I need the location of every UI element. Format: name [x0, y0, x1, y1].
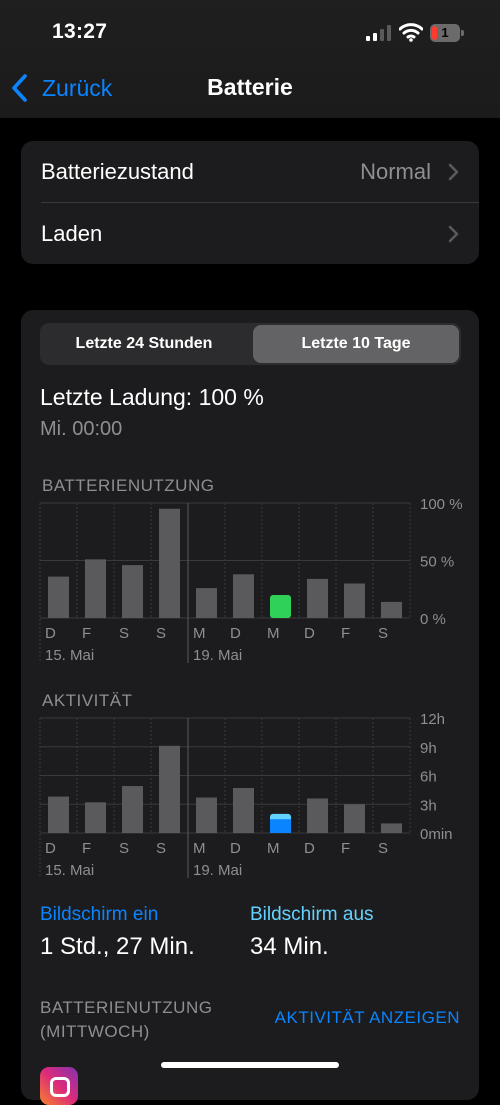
x-day-label: S	[119, 625, 129, 642]
x-date-label: 15. Mai	[45, 647, 94, 664]
activity-chart: 12h 9h 6h 3h 0min D F S S M D M D F S 15. Mai 19. Mai	[39, 711, 453, 879]
usage-chart-title: BATTERIENUTZUNG	[42, 476, 215, 495]
x-day-label: M	[193, 840, 206, 857]
x-day-label: S	[156, 625, 166, 642]
bar[interactable]	[381, 823, 402, 833]
x-day-label: F	[82, 840, 91, 857]
bar[interactable]	[159, 508, 180, 618]
x-day-label: S	[378, 840, 388, 857]
x-day-label: S	[378, 625, 388, 642]
y-tick-label: 100 %	[420, 496, 463, 513]
charging-label: Laden	[41, 221, 103, 246]
battery-usage-chart: 100 % 50 % 0 % D F S S M D M D F S 15. Mai 19. Mai	[39, 496, 463, 664]
last-charge-time: Mi. 00:00	[40, 418, 123, 440]
bar[interactable]	[381, 601, 402, 618]
battery-usage-card: Letzte 24 Stunden Letzte 10 Tage Letzte …	[21, 310, 479, 1105]
chevron-right-icon	[448, 163, 459, 181]
y-tick-label: 9h	[420, 740, 437, 757]
bar[interactable]	[307, 578, 328, 618]
x-day-label: F	[82, 625, 91, 642]
header: 13:27 1 Zurück Batterie	[0, 0, 500, 118]
x-day-label: F	[341, 840, 350, 857]
bar[interactable]	[344, 804, 365, 833]
y-tick-label: 0 %	[420, 611, 446, 628]
bar[interactable]	[122, 565, 143, 618]
x-day-label: D	[45, 625, 56, 642]
x-day-label: D	[230, 625, 241, 642]
screen-off-label: Bildschirm aus	[250, 904, 374, 925]
usage-day-title: BATTERIENUTZUNG (MITTWOCH)	[40, 996, 212, 1044]
x-date-label: 15. Mai	[45, 862, 94, 879]
battery-health-label: Batteriezustand	[41, 159, 194, 184]
x-day-label: S	[156, 840, 166, 857]
charging-row[interactable]: Laden	[21, 203, 479, 264]
home-indicator	[161, 1062, 339, 1068]
bar-highlight-screen-on[interactable]	[270, 819, 291, 833]
battery-health-value: Normal	[360, 159, 431, 184]
usage-day-title-line1: BATTERIENUTZUNG	[40, 998, 213, 1017]
wifi-icon	[399, 23, 423, 42]
x-day-label: D	[45, 840, 56, 857]
y-tick-label: 6h	[420, 769, 437, 786]
bar[interactable]	[122, 786, 143, 833]
segment-10-days[interactable]: Letzte 10 Tage	[253, 325, 459, 363]
bar[interactable]	[159, 745, 180, 833]
time-range-segmented-control: Letzte 24 Stunden Letzte 10 Tage	[40, 323, 461, 365]
x-day-label: M	[267, 840, 280, 857]
bar[interactable]	[48, 576, 69, 618]
segment-24-hours[interactable]: Letzte 24 Stunden	[42, 325, 246, 363]
bar[interactable]	[344, 583, 365, 619]
y-tick-label: 12h	[420, 711, 445, 728]
x-date-label: 19. Mai	[193, 862, 242, 879]
status-time: 13:27	[52, 20, 108, 43]
bar-highlight[interactable]	[270, 595, 291, 618]
screen-on-label: Bildschirm ein	[40, 904, 159, 925]
bar[interactable]	[48, 796, 69, 833]
x-date-label: 19. Mai	[193, 647, 242, 664]
usage-day-title-line2: (MITTWOCH)	[40, 1022, 150, 1041]
settings-card: Batteriezustand Normal Laden	[21, 141, 479, 264]
x-day-label: D	[304, 840, 315, 857]
y-tick-label: 3h	[420, 797, 437, 814]
x-day-label: S	[119, 840, 129, 857]
y-tick-label: 0min	[420, 826, 453, 843]
cellular-signal-icon	[366, 25, 391, 41]
page-title: Batterie	[207, 74, 293, 100]
bar[interactable]	[196, 588, 217, 618]
last-charge-label: Letzte Ladung: 100 %	[40, 384, 264, 410]
battery-level: 1	[441, 25, 449, 40]
x-day-label: M	[193, 625, 206, 642]
bar[interactable]	[85, 802, 106, 833]
battery-icon: 1	[430, 24, 464, 42]
bar[interactable]	[196, 797, 217, 833]
instagram-icon[interactable]	[40, 1067, 78, 1105]
screen-off-value: 34 Min.	[250, 933, 329, 960]
x-day-label: M	[267, 625, 280, 642]
x-day-label: D	[304, 625, 315, 642]
screen-on-value: 1 Std., 27 Min.	[40, 933, 195, 960]
chevron-right-icon	[448, 225, 459, 243]
x-day-label: F	[341, 625, 350, 642]
y-tick-label: 50 %	[420, 554, 454, 571]
show-activity-link[interactable]: AKTIVITÄT ANZEIGEN	[275, 1008, 460, 1028]
bar[interactable]	[233, 574, 254, 618]
bar[interactable]	[85, 559, 106, 618]
bar[interactable]	[233, 787, 254, 833]
bar[interactable]	[307, 798, 328, 834]
battery-health-row[interactable]: Batteriezustand Normal	[21, 141, 479, 202]
x-day-label: D	[230, 840, 241, 857]
activity-chart-title: AKTIVITÄT	[42, 691, 133, 710]
